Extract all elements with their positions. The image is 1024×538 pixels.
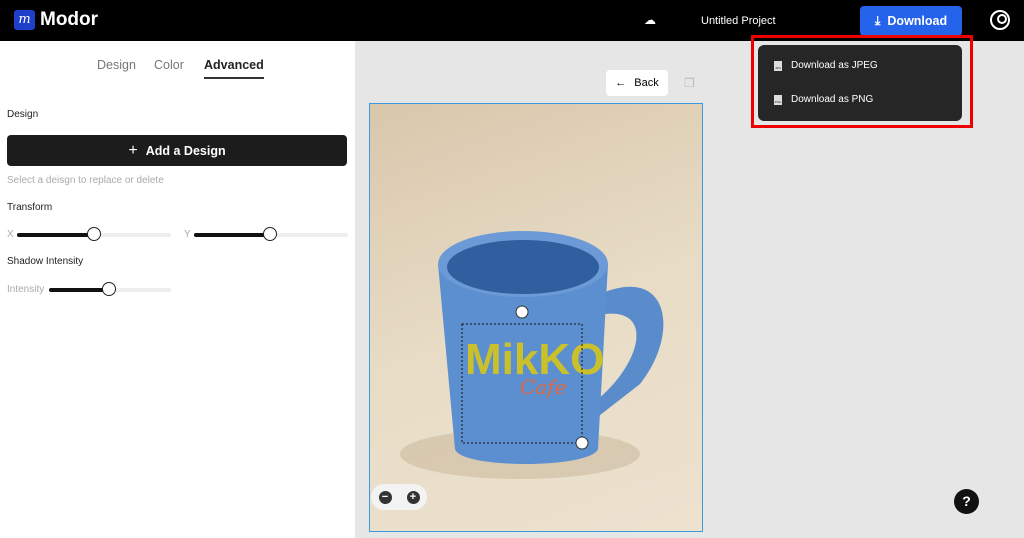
highlight-box bbox=[751, 35, 973, 128]
y-slider[interactable] bbox=[194, 227, 348, 241]
copy-icon[interactable]: ❐ bbox=[684, 76, 695, 90]
plus-icon: + bbox=[128, 141, 138, 159]
transform-label: Transform bbox=[7, 202, 53, 213]
help-button[interactable]: ? bbox=[954, 489, 979, 514]
mug-image: MikKO Cafe bbox=[400, 231, 664, 479]
download-icon: ⤓ bbox=[874, 13, 881, 28]
back-label: Back bbox=[634, 77, 659, 89]
arrow-left-icon: ← bbox=[615, 77, 627, 89]
tab-design[interactable]: Design bbox=[97, 58, 136, 72]
cloud-save-icon[interactable]: ☁ bbox=[644, 13, 656, 27]
intensity-slider-handle[interactable] bbox=[102, 282, 116, 296]
x-slider-handle[interactable] bbox=[87, 227, 101, 241]
design-section-label: Design bbox=[7, 109, 39, 120]
zoom-out-icon[interactable]: − bbox=[378, 490, 392, 504]
intensity-label: Intensity bbox=[7, 284, 45, 295]
download-button[interactable]: ⤓ Download bbox=[860, 6, 962, 36]
zoom-in-icon[interactable]: + bbox=[406, 490, 420, 504]
x-slider[interactable] bbox=[17, 227, 171, 241]
user-account-icon[interactable] bbox=[990, 10, 1010, 30]
x-label: X bbox=[7, 229, 14, 240]
tab-color[interactable]: Color bbox=[154, 58, 184, 72]
resize-handle[interactable] bbox=[575, 436, 589, 450]
y-slider-handle[interactable] bbox=[263, 227, 277, 241]
hint-text: Select a deisgn to replace or delete bbox=[7, 175, 164, 186]
rotate-handle-icon[interactable] bbox=[515, 305, 529, 319]
brand-name: Modor bbox=[40, 9, 99, 30]
logo-icon: m bbox=[14, 10, 35, 30]
add-design-button[interactable]: + Add a Design bbox=[7, 135, 347, 166]
add-design-label: Add a Design bbox=[145, 143, 226, 158]
download-label: Download bbox=[887, 14, 948, 28]
tab-advanced[interactable]: Advanced bbox=[204, 58, 264, 79]
zoom-controls: − + bbox=[371, 484, 427, 510]
design-subtext: Cafe bbox=[520, 375, 566, 399]
y-label: Y bbox=[184, 229, 191, 240]
intensity-slider[interactable] bbox=[49, 282, 171, 296]
mockup-canvas[interactable]: MikKO Cafe bbox=[369, 103, 703, 532]
project-title[interactable]: Untitled Project bbox=[701, 15, 776, 27]
sidebar: Design Color Advanced Design + Add a Desi… bbox=[0, 41, 355, 538]
back-button[interactable]: ← Back bbox=[606, 70, 668, 96]
shadow-intensity-label: Shadow Intensity bbox=[7, 256, 84, 267]
